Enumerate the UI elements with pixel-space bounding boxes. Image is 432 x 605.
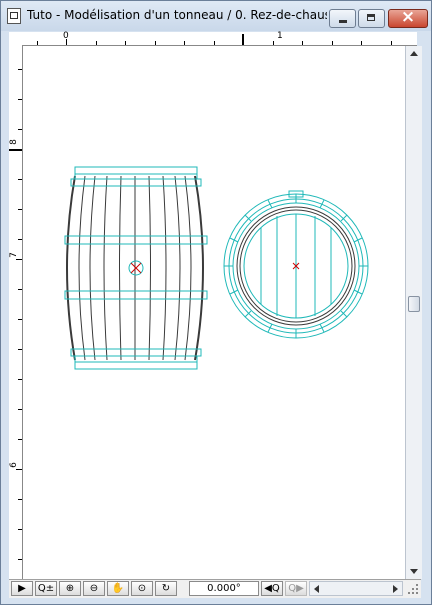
bottom-toolbar: ▶ Q± ⊕ ⊖ ✋ ⊙ ↻ 0.000° ◀Q Q▶	[9, 579, 421, 598]
vertical-ruler: 8 7 6	[9, 45, 23, 579]
window-title: Tuto - Modélisation d'un tonneau / 0. Re…	[27, 8, 327, 22]
ruler-label-6: 6	[8, 462, 19, 468]
rotation-angle-field[interactable]: 0.000°	[189, 581, 259, 596]
plan-window: Tuto - Modélisation d'un tonneau / 0. Re…	[0, 0, 432, 605]
scroll-down-button[interactable]	[406, 563, 422, 579]
close-button[interactable]	[388, 7, 428, 28]
ruler-label-8: 8	[8, 139, 19, 145]
fit-zoom-button[interactable]: ⊙	[131, 581, 153, 596]
ruler-label-0: 0	[63, 31, 69, 41]
resize-grip-icon[interactable]	[405, 581, 420, 596]
barrel-top-view[interactable]	[223, 190, 369, 339]
title-bar[interactable]: Tuto - Modélisation d'un tonneau / 0. Re…	[1, 1, 431, 31]
horizontal-scrollbar[interactable]	[309, 581, 403, 596]
vertical-scrollbar[interactable]	[405, 46, 422, 579]
minimize-button[interactable]	[329, 9, 356, 28]
drawing-canvas[interactable]	[23, 46, 405, 579]
zoom-out-button[interactable]: ⊖	[83, 581, 105, 596]
scroll-up-button[interactable]	[406, 46, 422, 62]
maximize-button[interactable]	[358, 9, 385, 28]
play-button[interactable]: ▶	[11, 581, 33, 596]
previous-zoom-button[interactable]: ◀Q	[261, 581, 283, 596]
app-icon[interactable]	[7, 8, 21, 24]
ruler-label-1: 1	[277, 31, 283, 41]
zoom-in-button[interactable]: ⊕	[59, 581, 81, 596]
zoom-toggle-button[interactable]: Q±	[35, 581, 57, 596]
scroll-left-icon[interactable]	[314, 585, 319, 593]
scroll-right-icon[interactable]	[393, 585, 398, 593]
vertical-scroll-thumb[interactable]	[408, 296, 420, 312]
horizontal-ruler: 0 1	[9, 31, 417, 46]
ruler-label-7: 7	[8, 252, 19, 258]
pan-hand-button[interactable]: ✋	[107, 581, 129, 596]
barrel-side-view[interactable]	[64, 166, 208, 370]
next-zoom-button[interactable]: Q▶	[285, 581, 307, 596]
rotate-view-button[interactable]: ↻	[155, 581, 177, 596]
